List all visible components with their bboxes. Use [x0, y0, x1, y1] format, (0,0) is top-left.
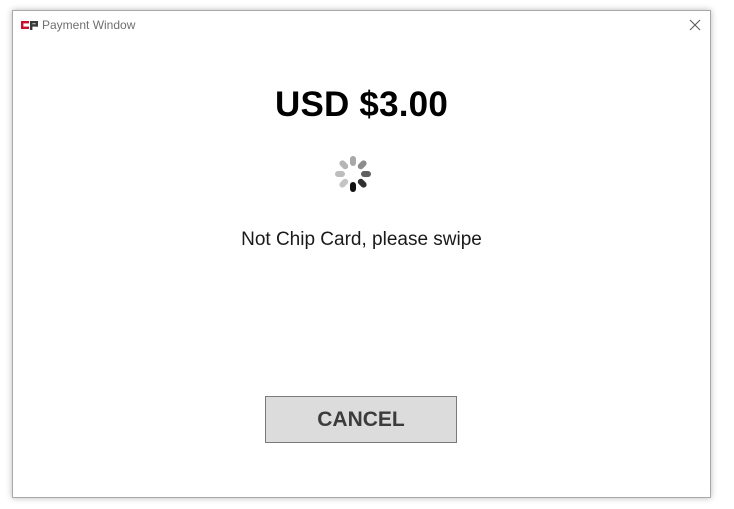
spinner-segment — [357, 160, 367, 170]
payment-amount: USD $3.00 — [274, 85, 448, 124]
spinner-segment — [339, 160, 349, 170]
title-bar[interactable]: Payment Window — [13, 11, 710, 39]
spinner-segment — [357, 178, 367, 188]
loading-spinner-icon — [335, 156, 371, 192]
status-message: Not Chip Card, please swipe — [241, 229, 482, 250]
close-button[interactable] — [680, 11, 710, 39]
payment-window: Payment Window USD $3.00 Not Chip Card, … — [12, 10, 711, 498]
spinner-segment — [335, 171, 345, 177]
window-title: Payment Window — [42, 18, 136, 32]
payment-logo-icon — [21, 21, 38, 30]
close-icon — [689, 19, 701, 31]
spinner-segment — [361, 171, 371, 177]
cancel-button[interactable]: CANCEL — [265, 396, 457, 443]
spinner-segment — [339, 178, 349, 188]
spinner-segment — [350, 156, 356, 166]
spinner-segment — [350, 182, 356, 192]
